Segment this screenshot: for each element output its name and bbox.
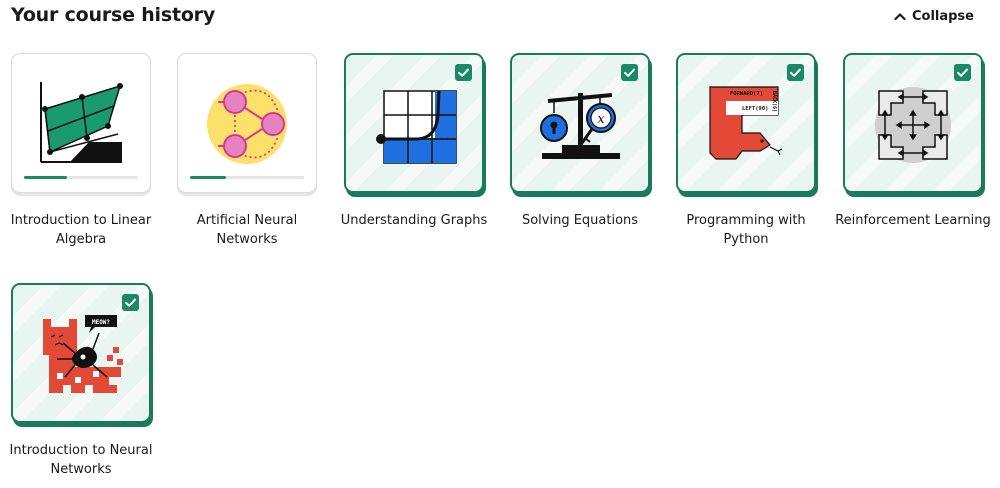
x-variable-label: x <box>597 112 605 127</box>
completed-check-icon <box>954 64 971 81</box>
course-thumbnail[interactable] <box>177 53 317 193</box>
completed-check-icon <box>787 64 804 81</box>
completed-check-icon <box>621 64 638 81</box>
course-thumbnail[interactable]: FORWARD(7) LEFT(90) BACK(6) <box>676 53 816 193</box>
course-card-solving-equations[interactable]: x Solving Equations <box>510 53 676 253</box>
course-thumbnail[interactable]: x <box>510 53 650 193</box>
linear-algebra-icon <box>40 82 123 163</box>
course-title: Understanding Graphs <box>340 213 488 228</box>
neural-network-icon <box>207 84 287 164</box>
completed-check-icon <box>455 64 472 81</box>
course-title: Introduction to Linear Algebra <box>10 213 152 247</box>
completed-check-icon <box>122 294 139 311</box>
course-title: Introduction to Neural Networks <box>9 443 153 477</box>
course-thumbnail[interactable] <box>843 53 983 193</box>
course-card-intro-neural-networks[interactable]: MEOW? Introduction to Neural Networks <box>10 283 177 483</box>
back-command: BACK(6) <box>771 91 777 112</box>
collapse-label: Collapse <box>911 9 974 24</box>
course-thumbnail[interactable] <box>11 53 151 193</box>
course-title: Reinforcement Learning <box>835 213 991 228</box>
course-thumbnail[interactable]: MEOW? <box>11 283 151 423</box>
course-card-reinforcement-learning[interactable]: Reinforcement Learning <box>835 53 1000 253</box>
course-title: Solving Equations <box>521 213 639 228</box>
course-title: Programming with Python <box>686 213 806 247</box>
chevron-up-icon <box>894 13 906 21</box>
course-history-header: Your course history Collapse <box>0 0 1000 40</box>
forward-command: FORWARD(7) <box>730 91 763 97</box>
left-command: LEFT(90) <box>742 106 769 112</box>
course-card-linear-algebra[interactable]: Introduction to Linear Algebra <box>11 53 177 253</box>
course-title: Artificial Neural Networks <box>196 213 298 247</box>
course-card-understanding-graphs[interactable]: Understanding Graphs <box>341 53 510 253</box>
collapse-button[interactable]: Collapse <box>894 9 974 24</box>
course-card-programming-with-python[interactable]: FORWARD(7) LEFT(90) BACK(6) Programming … <box>676 53 842 253</box>
course-card-artificial-neural-networks[interactable]: Artificial Neural Networks <box>177 53 343 253</box>
course-thumbnail[interactable] <box>344 53 484 193</box>
page-title: Your course history <box>11 4 216 26</box>
meow-speech: MEOW? <box>92 319 110 326</box>
